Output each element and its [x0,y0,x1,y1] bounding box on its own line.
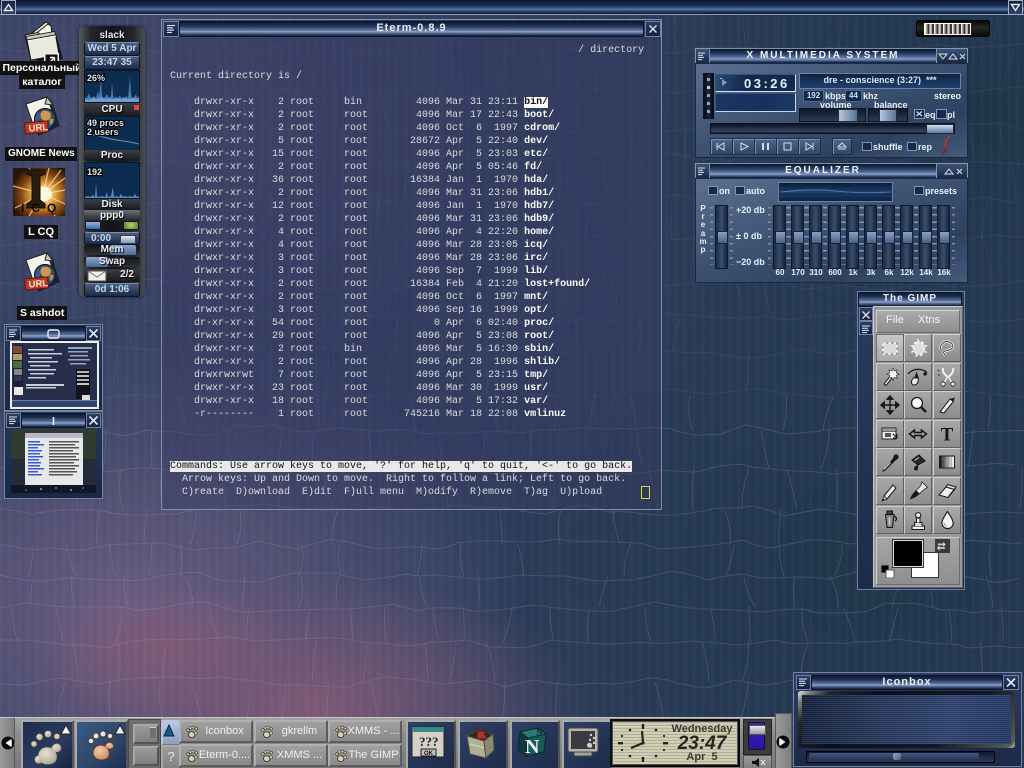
svg-text:URL: URL [28,122,49,135]
svg-text:URL: URL [28,278,49,291]
svg-text:OK: OK [424,751,434,757]
svg-text:03:26: 03:26 [744,76,790,90]
svg-text:???: ??? [419,734,439,749]
svg-text:N: N [536,727,543,737]
svg-text:N: N [525,736,540,758]
svg-text:192: 192 [87,167,102,177]
svg-text:T: T [940,424,953,445]
svg-text:ICQ: ICQ [21,201,63,215]
svg-text:2 users: 2 users [87,127,119,137]
svg-text:26%: 26% [87,73,105,83]
